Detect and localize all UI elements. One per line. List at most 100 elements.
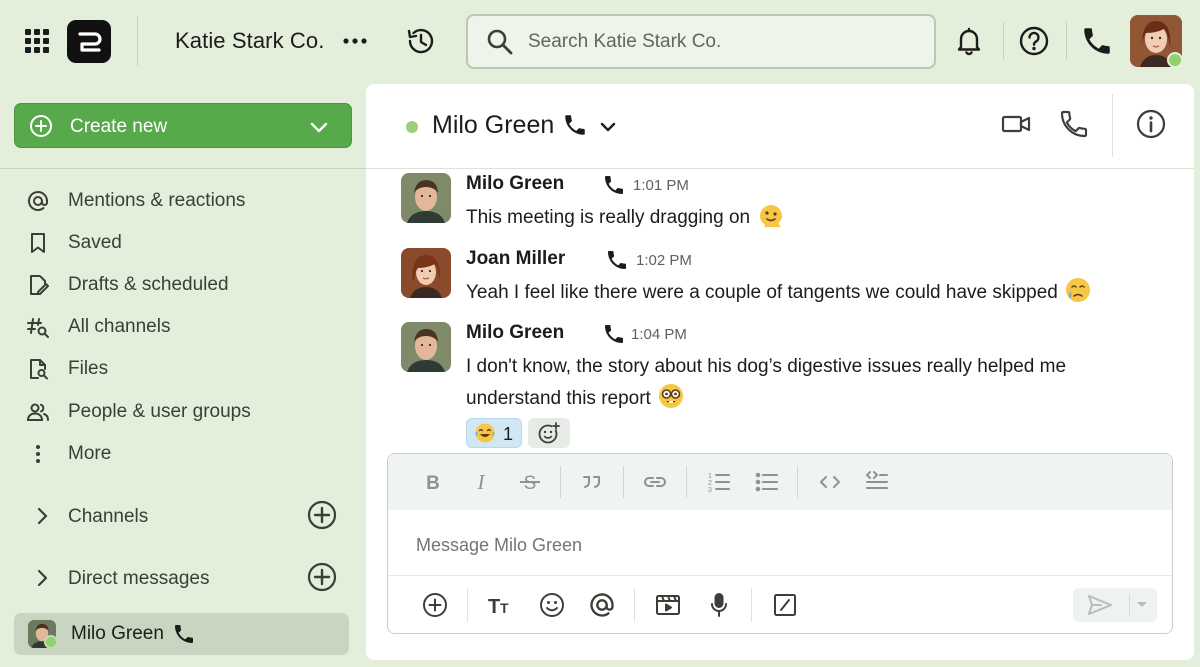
- send-button[interactable]: [1073, 588, 1157, 622]
- info-icon[interactable]: [1135, 108, 1167, 140]
- search-input[interactable]: [528, 26, 918, 58]
- phone-icon[interactable]: [1080, 24, 1114, 58]
- sidebar-item-files[interactable]: Files: [24, 351, 354, 387]
- avatar[interactable]: [401, 322, 451, 372]
- code-icon[interactable]: [817, 469, 843, 495]
- divider: [1112, 94, 1113, 157]
- search-bar[interactable]: [466, 14, 936, 69]
- numbered-list-icon[interactable]: 1 2 3: [706, 469, 732, 495]
- sidebar-item-drafts[interactable]: Drafts & scheduled: [24, 267, 354, 303]
- text-format-icon[interactable]: T T: [487, 591, 515, 619]
- message-composer: B I S 1 2 3 Message Milo Green T T: [387, 453, 1173, 634]
- message-body: This meeting is really dragging on: [466, 207, 751, 228]
- divider: [137, 16, 138, 66]
- app-logo[interactable]: [67, 20, 111, 63]
- italic-icon[interactable]: I: [468, 469, 494, 495]
- add-direct-message-icon[interactable]: [306, 561, 338, 593]
- reaction-count: 1: [503, 424, 514, 444]
- history-icon[interactable]: [405, 25, 437, 57]
- more-dots-icon[interactable]: [342, 30, 368, 52]
- plus-circle-icon: [30, 115, 52, 137]
- sidebar-item-label: More: [68, 443, 112, 464]
- sidebar-item-label: Mentions & reactions: [68, 190, 246, 211]
- caret-down-icon[interactable]: [1135, 600, 1149, 610]
- sidebar-item-label: Drafts & scheduled: [68, 274, 229, 295]
- chevron-right-icon[interactable]: [32, 568, 52, 588]
- video-clip-icon[interactable]: [654, 591, 682, 619]
- divider: [634, 588, 635, 622]
- divider: [560, 466, 561, 498]
- chevron-down-icon[interactable]: [598, 117, 618, 137]
- dm-item-milo-green[interactable]: Milo Green: [14, 613, 349, 655]
- send-icon: [1088, 595, 1112, 615]
- sidebar-item-saved[interactable]: Saved: [24, 225, 354, 261]
- message-input[interactable]: [416, 530, 1116, 560]
- call-icon[interactable]: [1058, 108, 1090, 140]
- code-block-icon[interactable]: [864, 469, 890, 495]
- composer-action-bar: T T: [388, 575, 1172, 633]
- slash-command-icon[interactable]: [771, 591, 799, 619]
- section-label[interactable]: Channels: [68, 506, 148, 528]
- melting-face-emoji: [756, 200, 786, 230]
- divider: [467, 588, 468, 622]
- message: Milo Green 1:04 PM I don't know, the sto…: [401, 322, 1181, 416]
- section-label[interactable]: Direct messages: [68, 568, 210, 590]
- conversation-panel: Milo Green Milo Green 1:01 PM This meeti…: [366, 84, 1194, 660]
- vertical-dots-icon: [36, 445, 40, 463]
- sidebar-item-people[interactable]: People & user groups: [24, 394, 354, 430]
- workspace-name[interactable]: Katie Stark Co.: [175, 28, 324, 54]
- message-text: This meeting is really dragging on: [466, 202, 1126, 234]
- add-channel-icon[interactable]: [306, 499, 338, 531]
- help-icon[interactable]: [1017, 24, 1051, 58]
- video-call-icon[interactable]: [1000, 108, 1032, 140]
- message-author[interactable]: Milo Green: [466, 173, 564, 195]
- phone-icon: [605, 176, 623, 194]
- sidebar-item-label: All channels: [68, 316, 171, 337]
- message-timestamp[interactable]: 1:04 PM: [631, 326, 687, 343]
- section-channels: Channels: [24, 496, 344, 536]
- create-new-button[interactable]: Create new: [14, 103, 352, 148]
- sidebar-item-all-channels[interactable]: All channels: [24, 309, 354, 345]
- sidebar-item-label: Saved: [68, 232, 122, 253]
- conversation-title[interactable]: Milo Green: [432, 111, 554, 140]
- sidebar-item-more[interactable]: More: [24, 436, 354, 472]
- bold-icon[interactable]: B: [420, 469, 446, 495]
- avatar[interactable]: [401, 173, 451, 223]
- quote-icon[interactable]: [579, 469, 605, 495]
- mention-icon[interactable]: [588, 591, 616, 619]
- svg-text:T: T: [488, 596, 500, 618]
- message-author[interactable]: Milo Green: [466, 322, 564, 344]
- attach-plus-icon[interactable]: [421, 591, 449, 619]
- create-new-label: Create new: [70, 116, 168, 137]
- svg-text:1: 1: [708, 473, 712, 480]
- top-bar: Katie Stark Co.: [0, 0, 1200, 84]
- add-reaction-icon: [538, 422, 560, 444]
- chevron-right-icon[interactable]: [32, 506, 52, 526]
- message-timestamp[interactable]: 1:01 PM: [633, 177, 689, 194]
- link-icon[interactable]: [642, 469, 668, 495]
- emoji-icon[interactable]: [538, 591, 566, 619]
- add-reaction-button[interactable]: [528, 418, 570, 448]
- message-body: Yeah I feel like there were a couple of …: [466, 282, 1058, 303]
- dm-item-label: Milo Green: [71, 623, 164, 644]
- divider: [623, 466, 624, 498]
- bell-icon[interactable]: [952, 24, 986, 58]
- face-with-tears-of-joy-emoji: [475, 423, 495, 443]
- microphone-icon[interactable]: [705, 591, 733, 619]
- svg-text:2: 2: [708, 480, 712, 487]
- grid-menu-icon[interactable]: [24, 28, 50, 54]
- hash-search-icon: [27, 318, 49, 338]
- nerd-face-emoji: [657, 382, 685, 410]
- reaction-pill[interactable]: 1: [466, 418, 522, 448]
- message-author[interactable]: Joan Miller: [466, 248, 565, 270]
- message-text: Yeah I feel like there were a couple of …: [466, 277, 1186, 309]
- strikethrough-icon[interactable]: S: [517, 469, 543, 495]
- at-icon: [28, 190, 48, 211]
- sidebar-item-label: Files: [68, 358, 109, 379]
- sidebar-item-mentions[interactable]: Mentions & reactions: [24, 183, 354, 219]
- section-direct-messages: Direct messages: [24, 558, 344, 598]
- message-timestamp[interactable]: 1:02 PM: [636, 252, 692, 269]
- bulleted-list-icon[interactable]: [754, 469, 780, 495]
- presence-indicator: [44, 635, 58, 649]
- avatar[interactable]: [401, 248, 451, 298]
